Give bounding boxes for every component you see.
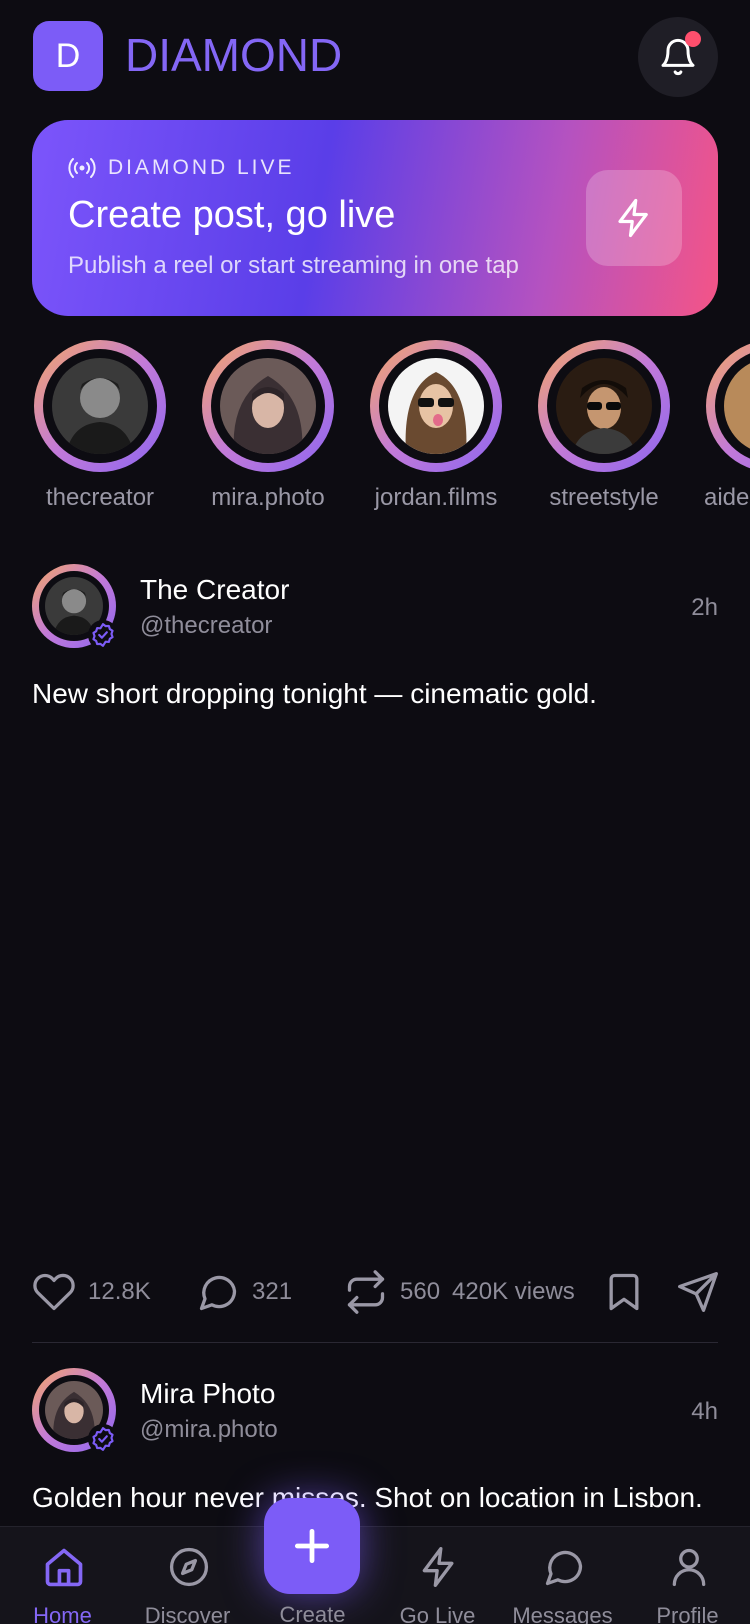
notifications-button[interactable]: [638, 17, 718, 97]
notification-dot: [685, 31, 701, 47]
heart-icon: [33, 1273, 75, 1311]
post-author-handle[interactable]: @mira.photo: [140, 1416, 278, 1444]
post-timestamp: 4h: [691, 1398, 718, 1425]
home-icon: [45, 1548, 83, 1587]
story-username: streetstyle: [549, 484, 659, 511]
comment-icon: [199, 1275, 237, 1311]
story-item[interactable]: aide: [688, 338, 750, 518]
post-text: New short dropping tonight — cinematic g…: [32, 678, 597, 709]
banner-title: Create post, go live: [68, 194, 396, 236]
go-live-banner[interactable]: DIAMOND LIVE Create post, go live Publis…: [32, 120, 718, 316]
like-button[interactable]: 12.8K: [32, 1270, 151, 1314]
user-icon: [672, 1548, 706, 1587]
story-ring: [706, 340, 750, 472]
story-avatar: [388, 358, 484, 454]
story-item[interactable]: jordan.films: [352, 338, 520, 518]
broadcast-icon: [68, 158, 96, 178]
story-avatar: [556, 358, 652, 454]
create-label: Create: [279, 1602, 346, 1624]
lightning-icon: [422, 1547, 454, 1587]
repost-count: 560: [400, 1278, 441, 1305]
feed-post: The Creator @thecreator 2h New short dro…: [0, 564, 750, 1264]
post-author-name[interactable]: Mira Photo: [140, 1378, 275, 1410]
banner-subtitle: Publish a reel or start streaming in one…: [68, 252, 519, 279]
story-ring: [202, 340, 334, 472]
story-username: mira.photo: [211, 484, 325, 511]
story-avatar: [52, 358, 148, 454]
plus-icon: [294, 1528, 330, 1564]
nav-label: Messages: [512, 1603, 613, 1624]
story-username: jordan.films: [374, 484, 498, 511]
story-item[interactable]: streetstyle: [520, 338, 688, 518]
nav-label: Home: [33, 1603, 92, 1624]
brand-name: DIAMOND: [125, 29, 343, 81]
story-username: aide: [704, 484, 750, 511]
lightning-icon: [618, 198, 648, 238]
create-button[interactable]: [264, 1498, 360, 1594]
story-ring: [34, 340, 166, 472]
comment-count: 321: [252, 1278, 293, 1305]
compass-icon: [169, 1547, 209, 1587]
nav-label: Profile: [656, 1603, 719, 1624]
nav-go-live[interactable]: Go Live: [375, 1527, 500, 1624]
app-logo[interactable]: D: [33, 21, 103, 91]
nav-discover[interactable]: Discover: [125, 1527, 250, 1624]
stories-row: thecreator mira.photo jordan.films stree…: [0, 338, 750, 518]
like-count: 12.8K: [88, 1278, 151, 1305]
bottom-nav: Home Discover Go Live Messages Profile: [0, 1526, 750, 1624]
verified-badge-icon: [88, 1424, 118, 1454]
repost-button[interactable]: 560 420K views: [344, 1270, 575, 1314]
feed-post: Mira Photo @mira.photo 4h Golden hour ne…: [0, 1368, 750, 1528]
bookmark-button[interactable]: [602, 1270, 646, 1314]
nav-messages[interactable]: Messages: [500, 1527, 625, 1624]
logo-letter: D: [55, 36, 81, 75]
story-avatar: [724, 358, 750, 454]
banner-eyebrow: DIAMOND LIVE: [68, 156, 295, 180]
nav-home[interactable]: Home: [0, 1527, 125, 1624]
share-button[interactable]: [676, 1270, 720, 1314]
send-icon: [678, 1272, 718, 1312]
post-text: Golden hour never misses. Shot on locati…: [32, 1482, 703, 1513]
story-avatar: [220, 358, 316, 454]
nav-label: Discover: [144, 1603, 231, 1624]
nav-profile[interactable]: Profile: [625, 1527, 750, 1624]
post-actions: 12.8K 321 560 420K views: [0, 1270, 750, 1326]
bookmark-icon: [609, 1273, 639, 1311]
comment-button[interactable]: 321: [196, 1270, 292, 1314]
verified-badge-icon: [88, 620, 118, 650]
story-item[interactable]: mira.photo: [184, 338, 352, 518]
post-timestamp: 2h: [691, 594, 718, 621]
repost-icon: [347, 1270, 385, 1314]
banner-eyebrow-text: DIAMOND LIVE: [108, 156, 295, 179]
message-icon: [545, 1550, 583, 1586]
view-count: 420K views: [452, 1278, 575, 1305]
story-item[interactable]: thecreator: [16, 338, 184, 518]
post-author-handle[interactable]: @thecreator: [140, 612, 272, 640]
story-ring: [370, 340, 502, 472]
story-username: thecreator: [45, 484, 155, 511]
post-divider: [32, 1342, 718, 1343]
nav-label: Go Live: [399, 1603, 476, 1624]
post-author-name[interactable]: The Creator: [140, 574, 289, 606]
app-header: D DIAMOND: [0, 0, 750, 116]
go-live-button[interactable]: [586, 170, 682, 266]
story-ring: [538, 340, 670, 472]
